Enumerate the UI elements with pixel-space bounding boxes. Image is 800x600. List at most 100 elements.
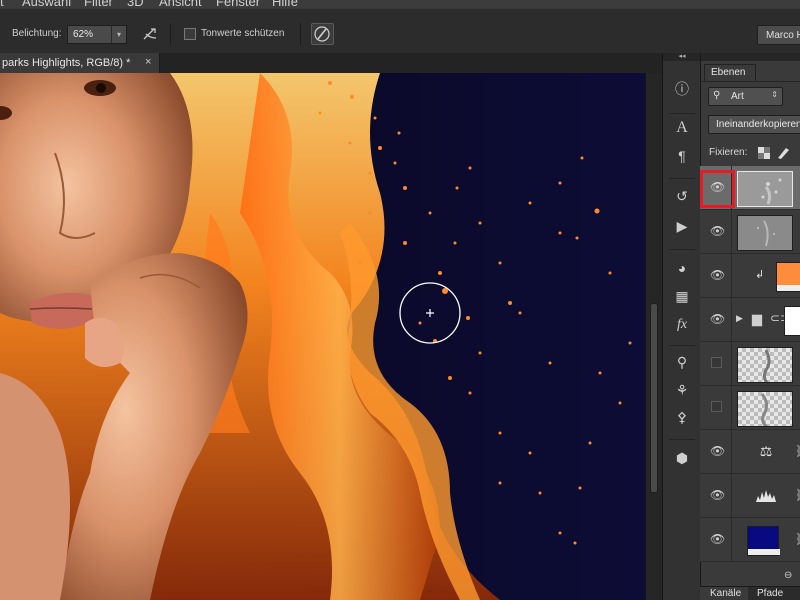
- visibility-highlight-box: [700, 170, 735, 208]
- lock-label: Fixieren:: [709, 147, 748, 158]
- visibility-toggle[interactable]: [711, 401, 722, 412]
- scrollbar-thumb[interactable]: [650, 303, 658, 493]
- 3d-icon[interactable]: ⬢: [673, 449, 691, 467]
- balance-scale-icon: ⚖: [759, 443, 773, 459]
- menu-item-bild[interactable]: t: [0, 0, 4, 9]
- document-tab-title: parks Highlights, RGB/8) *: [2, 57, 131, 69]
- layer-row-sparks[interactable]: 👁: [700, 210, 800, 254]
- paragraph-icon[interactable]: ¶: [673, 147, 691, 165]
- styles-fx-icon[interactable]: fx: [673, 316, 691, 334]
- eye-icon[interactable]: 👁: [710, 268, 725, 282]
- menu-item-filter[interactable]: Filter: [84, 0, 113, 9]
- tab-paths-label[interactable]: Pfade: [757, 588, 783, 599]
- divider: [170, 23, 171, 45]
- divider: [669, 249, 695, 250]
- clipping-arrow-icon: ↲: [755, 269, 765, 281]
- close-icon[interactable]: ×: [145, 56, 151, 68]
- layer-filter-select[interactable]: ⚲ Art ⇕: [708, 87, 783, 106]
- exposure-label: Belichtung:: [12, 28, 62, 39]
- group-mask-thumbnail[interactable]: [784, 306, 800, 336]
- eye-icon[interactable]: 👁: [710, 532, 725, 546]
- protect-tones-checkbox[interactable]: [184, 28, 196, 40]
- levels-histogram-icon: [756, 490, 776, 502]
- chevron-updown-icon: ⇕: [771, 90, 778, 99]
- menu-item-ansicht[interactable]: Ansicht: [159, 0, 202, 9]
- panel-icon-dock: ◂◂ ⓘ A ¶ ↺ ▶ ◕ ▦ fx ⚲ ⚘ ⚴ ⬢: [662, 53, 701, 600]
- divider: [669, 113, 695, 114]
- tab-channels-label: Kanäle: [710, 588, 742, 599]
- divider: [731, 298, 732, 342]
- clone-source-icon[interactable]: ⚴: [673, 408, 691, 426]
- layer-row-color-fill[interactable]: 👁 ↲: [700, 254, 800, 298]
- lock-transparent-pixels-icon[interactable]: [758, 147, 770, 159]
- layer-row-color-balance[interactable]: 👁 ⚖ ⛓: [700, 430, 800, 474]
- layer-row-group[interactable]: 👁 ▶ ▆ ⊂⊃: [700, 298, 800, 342]
- layer-thumbnail: [737, 347, 793, 383]
- layer-row-levels[interactable]: 👁 ⛓: [700, 474, 800, 518]
- tablet-pressure-button[interactable]: [311, 23, 334, 45]
- link-icon[interactable]: ⛓: [795, 488, 800, 502]
- airbrush-icon[interactable]: [142, 26, 162, 42]
- swatches-icon[interactable]: ▦: [673, 287, 691, 305]
- options-bar: Belichtung: 62% ▾ Tonwerte schützen Marc…: [0, 9, 800, 58]
- layer-thumbnail: [737, 171, 793, 207]
- divider: [669, 439, 695, 440]
- protect-tones-label: Tonwerte schützen: [201, 28, 285, 39]
- search-icon: ⚲: [713, 90, 721, 101]
- menu-item-auswahl[interactable]: Auswahl: [22, 0, 71, 9]
- color-fill-thumbnail[interactable]: [776, 262, 800, 292]
- eye-icon[interactable]: 👁: [710, 444, 725, 458]
- menu-item-hilfe[interactable]: Hilfe: [272, 0, 298, 9]
- divider: [300, 23, 301, 45]
- divider: [731, 342, 732, 386]
- folder-icon: ▆: [752, 311, 762, 326]
- divider: [731, 518, 732, 562]
- layer-thumbnail: [737, 215, 793, 251]
- divider: [701, 81, 800, 82]
- brush-icon[interactable]: ⚘: [673, 381, 691, 399]
- canvas-vertical-scrollbar[interactable]: [645, 73, 662, 600]
- palette-icon[interactable]: ◕: [673, 259, 691, 277]
- visibility-toggle[interactable]: [711, 357, 722, 368]
- link-icon[interactable]: ⛓: [795, 444, 800, 458]
- blend-mode-value: Ineinanderkopieren: [716, 119, 800, 130]
- link-icon[interactable]: ⛓: [795, 532, 800, 546]
- eye-icon[interactable]: 👁: [710, 488, 725, 502]
- navy-fill-thumbnail[interactable]: [747, 526, 780, 556]
- document-canvas[interactable]: [0, 73, 645, 600]
- eye-icon[interactable]: 👁: [710, 224, 725, 238]
- lock-image-pixels-icon[interactable]: [776, 145, 790, 160]
- layer-filter-value: Art: [731, 91, 744, 102]
- exposure-field[interactable]: 62% ▾: [67, 25, 127, 44]
- workspace-switcher-button[interactable]: Marco H: [757, 25, 800, 45]
- layer-row-hidden-1[interactable]: [700, 342, 800, 386]
- divider: [669, 345, 695, 346]
- menu-bar: t Auswahl Filter 3D Ansicht Fenster Hilf…: [0, 0, 800, 9]
- info-icon[interactable]: ⓘ: [673, 80, 691, 98]
- history-icon[interactable]: ↺: [673, 187, 691, 205]
- menu-item-3d[interactable]: 3D: [127, 0, 144, 9]
- layer-row-hidden-2[interactable]: [700, 386, 800, 430]
- exposure-value: 62%: [73, 29, 94, 40]
- document-tab[interactable]: parks Highlights, RGB/8) * ×: [0, 53, 160, 73]
- menu-item-fenster[interactable]: Fenster: [216, 0, 260, 9]
- eye-icon[interactable]: 👁: [710, 312, 725, 326]
- document-tab-strip: parks Highlights, RGB/8) * ×: [0, 53, 662, 73]
- panel-topstrip: [701, 53, 800, 61]
- artwork-image: [0, 73, 645, 600]
- divider: [669, 178, 695, 179]
- collapse-icon[interactable]: ◂◂: [663, 53, 701, 61]
- play-actions-icon[interactable]: ▶: [673, 217, 691, 235]
- link-layers-icon[interactable]: ⊖: [784, 570, 792, 581]
- workspace-label: Marco H: [766, 30, 800, 41]
- blend-mode-select[interactable]: Ineinanderkopieren: [708, 115, 800, 134]
- divider: [731, 430, 732, 474]
- chevron-right-icon[interactable]: ▶: [736, 313, 743, 324]
- layer-row-navy-fill[interactable]: 👁 ⛓: [700, 518, 800, 562]
- chevron-down-icon[interactable]: ▾: [111, 26, 126, 43]
- tab-layers[interactable]: Ebenen: [704, 64, 756, 81]
- divider: [731, 210, 732, 254]
- brush-presets-icon[interactable]: ⚲: [673, 353, 691, 371]
- character-icon[interactable]: A: [673, 119, 691, 137]
- divider: [731, 386, 732, 430]
